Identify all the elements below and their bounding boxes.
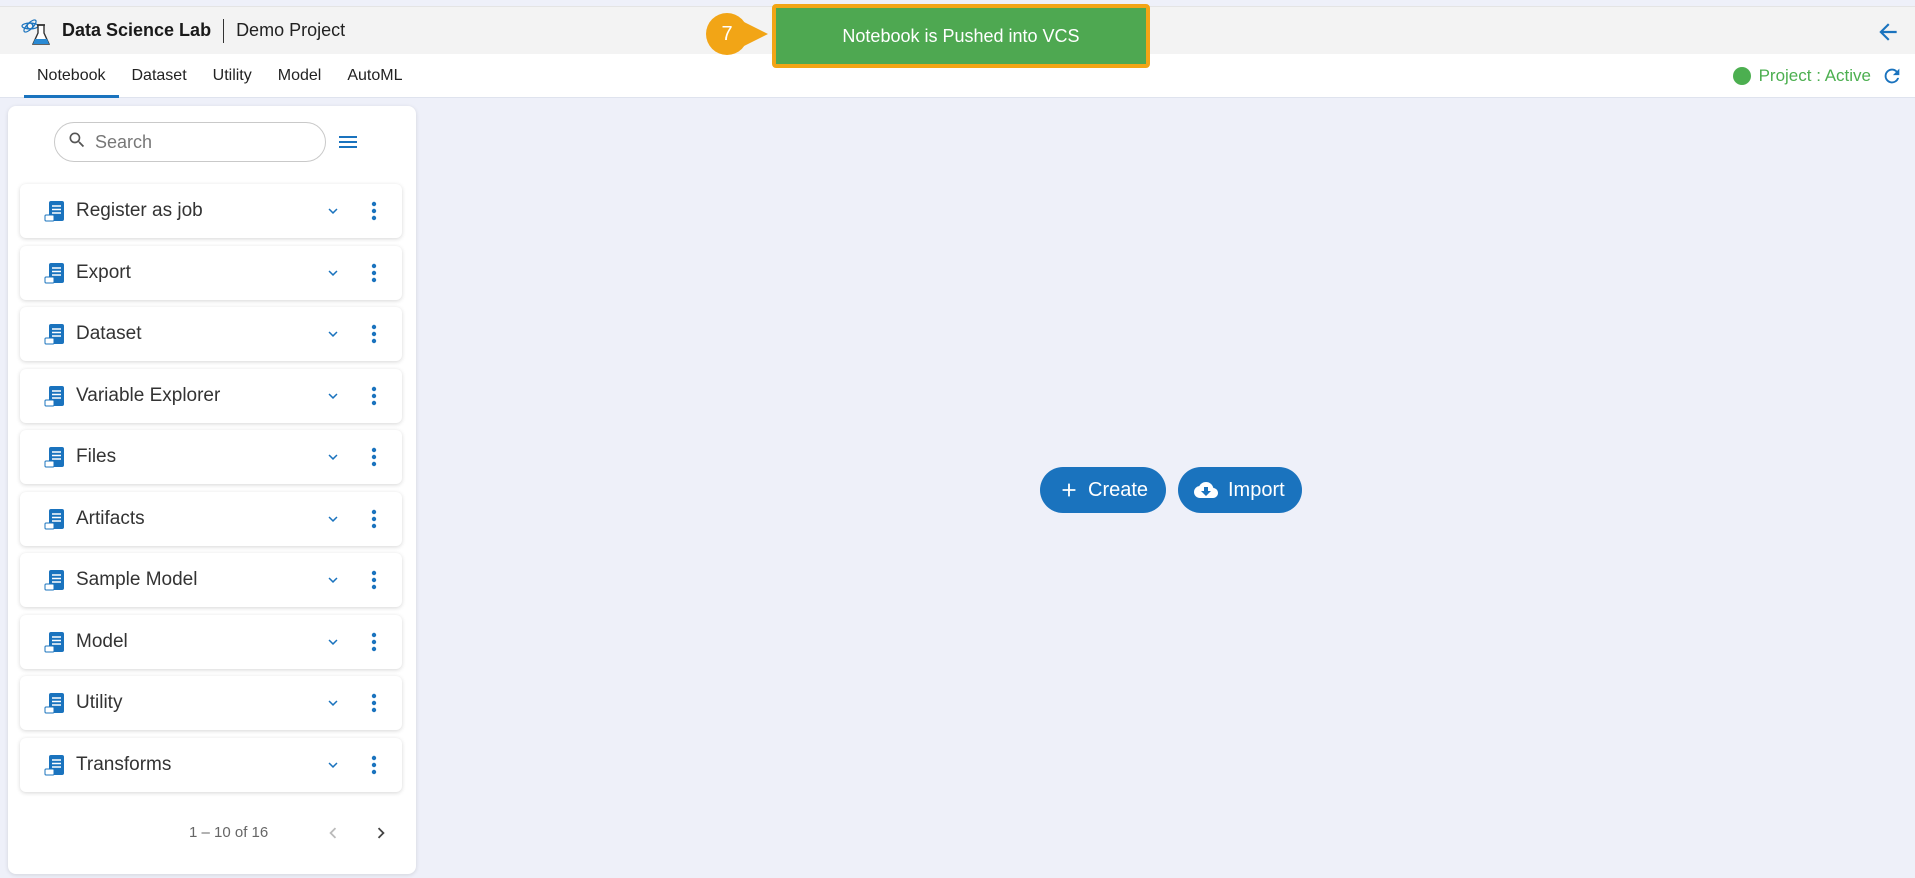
- chevron-down-icon[interactable]: [324, 510, 342, 528]
- more-options-icon[interactable]: [370, 569, 378, 591]
- list-item[interactable]: Utility: [20, 676, 402, 730]
- more-options-icon[interactable]: [370, 323, 378, 345]
- refresh-icon[interactable]: [1881, 65, 1903, 87]
- notebook-list: Register as job Export Dataset Variable …: [20, 184, 402, 799]
- notebook-name: Model: [76, 630, 128, 652]
- more-options-icon[interactable]: [370, 692, 378, 714]
- notebook-name: Artifacts: [76, 507, 145, 529]
- tab-automl[interactable]: AutoML: [334, 54, 415, 97]
- toast-message: Notebook is Pushed into VCS: [842, 25, 1080, 46]
- toast-notification: Notebook is Pushed into VCS: [772, 4, 1150, 68]
- chevron-down-icon[interactable]: [324, 633, 342, 651]
- notebook-list-panel: Register as job Export Dataset Variable …: [8, 106, 416, 874]
- chevron-down-icon[interactable]: [324, 448, 342, 466]
- list-item[interactable]: Files: [20, 430, 402, 484]
- import-button-label: Import: [1228, 478, 1285, 501]
- import-button[interactable]: Import: [1178, 467, 1302, 513]
- create-button[interactable]: Create: [1040, 467, 1166, 513]
- notebook-name: Utility: [76, 692, 123, 713]
- chevron-down-icon[interactable]: [324, 264, 342, 282]
- more-options-icon[interactable]: [370, 200, 378, 222]
- chevron-left-icon[interactable]: [322, 822, 344, 844]
- chevron-down-icon[interactable]: [324, 571, 342, 589]
- more-options-icon[interactable]: [370, 446, 378, 468]
- step-badge: 7: [706, 13, 768, 55]
- title-divider: [223, 18, 225, 43]
- chevron-down-icon[interactable]: [324, 202, 342, 220]
- notebook-name: Dataset: [76, 323, 142, 344]
- notebook-name: Variable Explorer: [76, 384, 221, 406]
- list-item[interactable]: Dataset: [20, 307, 402, 361]
- tab-dataset[interactable]: Dataset: [119, 54, 200, 97]
- search-input[interactable]: [95, 131, 295, 153]
- notebook-icon: [44, 322, 68, 346]
- more-options-icon[interactable]: [370, 508, 378, 530]
- notebook-name: Files: [76, 446, 117, 467]
- tab-model[interactable]: Model: [265, 54, 335, 97]
- chevron-down-icon[interactable]: [324, 325, 342, 343]
- list-item[interactable]: Register as job: [20, 184, 402, 238]
- list-item[interactable]: Model: [20, 614, 402, 669]
- project-status-label: Project : Active: [1758, 66, 1871, 85]
- notebook-icon: [44, 507, 68, 531]
- create-button-label: Create: [1088, 478, 1149, 501]
- notebook-icon: [44, 753, 68, 777]
- notebook-name: Export: [76, 261, 131, 283]
- list-menu-icon[interactable]: [336, 130, 360, 154]
- list-item[interactable]: Sample Model: [20, 553, 402, 607]
- chevron-right-icon[interactable]: [370, 822, 392, 844]
- list-item[interactable]: Transforms: [20, 737, 402, 792]
- search-box[interactable]: [54, 122, 326, 162]
- step-number: 7: [721, 22, 733, 45]
- tab-notebook[interactable]: Notebook: [24, 54, 119, 98]
- list-item[interactable]: Variable Explorer: [20, 368, 402, 423]
- notebook-icon: [44, 568, 68, 592]
- app-title: Data Science Lab: [62, 20, 212, 40]
- notebook-name: Sample Model: [76, 569, 198, 590]
- tab-utility[interactable]: Utility: [200, 54, 265, 97]
- project-title: Demo Project: [236, 20, 346, 40]
- chevron-down-icon[interactable]: [324, 756, 342, 774]
- list-item[interactable]: Artifacts: [20, 491, 402, 546]
- notebook-icon: [44, 691, 68, 715]
- notebook-icon: [44, 630, 68, 654]
- list-item[interactable]: Export: [20, 245, 402, 300]
- module-tabs: Notebook Dataset Utility Model AutoML: [24, 54, 415, 98]
- more-options-icon[interactable]: [370, 262, 378, 284]
- notebook-icon: [44, 445, 68, 469]
- notebook-icon: [44, 261, 68, 285]
- chevron-down-icon[interactable]: [324, 387, 342, 405]
- notebook-name: Register as job: [76, 200, 203, 221]
- data-science-lab-logo-icon: [20, 14, 52, 48]
- more-options-icon[interactable]: [370, 631, 378, 653]
- notebook-name: Transforms: [76, 753, 172, 775]
- search-icon: [67, 130, 87, 155]
- back-arrow-icon[interactable]: [1875, 19, 1901, 45]
- empty-state-actions: Create Import: [1040, 467, 1302, 513]
- pagination-range: 1 – 10 of 16: [189, 824, 269, 841]
- chevron-down-icon[interactable]: [324, 694, 342, 712]
- notebook-icon: [44, 384, 68, 408]
- pagination: 1 – 10 of 16: [8, 812, 416, 852]
- cloud-download-icon: [1194, 482, 1218, 498]
- status-dot-icon: [1732, 67, 1751, 85]
- more-options-icon[interactable]: [370, 754, 378, 776]
- notebook-icon: [44, 199, 68, 223]
- plus-icon: [1062, 483, 1076, 497]
- project-status: Project : Active: [1732, 54, 1871, 98]
- more-options-icon[interactable]: [370, 385, 378, 407]
